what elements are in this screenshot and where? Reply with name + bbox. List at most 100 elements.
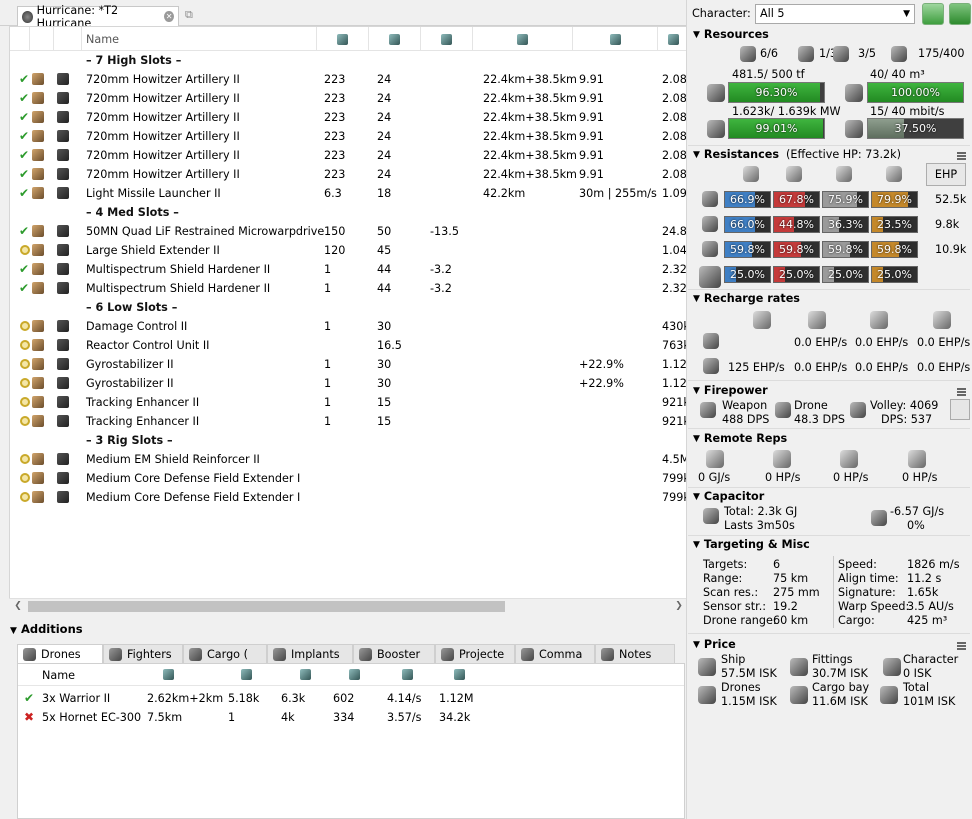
header-col-9[interactable]	[658, 27, 687, 51]
collapse-arrow-icon[interactable]: ▼	[693, 294, 700, 304]
module-row[interactable]: Large Shield Extender II 120 45 1.04M	[10, 241, 687, 260]
module-row[interactable]: Gyrostabilizer II 1 30 +22.9% 1.12M	[10, 355, 687, 374]
remote-reps-section[interactable]: ▼ Remote Reps	[693, 432, 787, 445]
active-check-icon[interactable]: ✔	[24, 692, 36, 704]
collapse-arrow-icon[interactable]: ▼	[693, 640, 700, 650]
resistances-section[interactable]: ▼ Resistances (Effective HP: 73.2k)	[693, 148, 901, 161]
header-col-6[interactable]	[421, 27, 473, 51]
offline-state-icon[interactable]	[20, 492, 30, 502]
misc-stat-value: 1826 m/s	[907, 558, 960, 571]
module-row[interactable]: Damage Control II 1 30 430k	[10, 317, 687, 336]
module-row[interactable]: Medium Core Defense Field Extender I 799k	[10, 488, 687, 507]
character-book-button[interactable]	[949, 3, 971, 25]
slot-section-row[interactable]: – 4 Med Slots –	[10, 203, 687, 222]
offline-state-icon[interactable]	[20, 321, 30, 331]
powergrid-value: 16.5	[377, 339, 402, 352]
collapse-arrow-icon[interactable]: ▼	[693, 434, 700, 444]
offline-state-icon[interactable]	[20, 473, 30, 483]
inactive-x-icon[interactable]: ✖	[24, 711, 36, 723]
new-tab-icon[interactable]: ⧉	[185, 8, 201, 21]
active-check-icon[interactable]: ✔	[19, 130, 31, 142]
active-check-icon[interactable]: ✔	[19, 282, 31, 294]
collapse-arrow-icon[interactable]: ▼	[693, 540, 700, 550]
active-check-icon[interactable]: ✔	[19, 168, 31, 180]
slot-section-row[interactable]: – 6 Low Slots –	[10, 298, 687, 317]
header-col-2[interactable]	[54, 27, 82, 51]
header-col-5[interactable]	[369, 27, 421, 51]
offline-state-icon[interactable]	[20, 454, 30, 464]
offline-state-icon[interactable]	[20, 416, 30, 426]
scrollbar-thumb[interactable]	[28, 601, 505, 612]
tab-notes[interactable]: Notes	[595, 644, 675, 663]
module-row[interactable]: ✔ 720mm Howitzer Artillery II 223 24 22.4km+…	[10, 108, 687, 127]
tab-drones[interactable]: Drones	[17, 644, 103, 664]
tab-fighters[interactable]: Fighters	[103, 644, 183, 663]
offline-state-icon[interactable]	[20, 340, 30, 350]
module-row[interactable]: ✔ 720mm Howitzer Artillery II 223 24 22.4km+…	[10, 146, 687, 165]
collapse-arrow-icon[interactable]: ▼	[693, 30, 700, 40]
active-check-icon[interactable]: ✔	[19, 225, 31, 237]
ehp-toggle-button[interactable]: EHP	[926, 163, 966, 186]
character-select[interactable]: All 5 ▼	[755, 4, 915, 24]
panel-menu-icon[interactable]	[957, 152, 966, 160]
tab-implants[interactable]: Implants	[267, 644, 353, 663]
module-row[interactable]: ✔ 720mm Howitzer Artillery II 223 24 22.4km+…	[10, 165, 687, 184]
targeting-section[interactable]: ▼ Targeting & Misc	[693, 538, 810, 551]
module-row[interactable]: ✔ Light Missile Launcher II 6.3 18 42.2km 30m…	[10, 184, 687, 203]
active-check-icon[interactable]: ✔	[19, 149, 31, 161]
module-row[interactable]: Gyrostabilizer II 1 30 +22.9% 1.12M	[10, 374, 687, 393]
header-col-0[interactable]	[10, 27, 30, 51]
collapse-arrow-icon[interactable]: ▼	[693, 386, 700, 396]
active-check-icon[interactable]: ✔	[19, 73, 31, 85]
module-row[interactable]: Tracking Enhancer II 1 15 921k	[10, 412, 687, 431]
offline-state-icon[interactable]	[20, 359, 30, 369]
header-col-8[interactable]	[573, 27, 658, 51]
character-price-icon	[883, 658, 901, 676]
module-row[interactable]: ✔ 720mm Howitzer Artillery II 223 24 22.4km+…	[10, 127, 687, 146]
panel-menu-icon[interactable]	[957, 388, 966, 396]
recharge-section[interactable]: ▼ Recharge rates	[693, 292, 800, 305]
module-row[interactable]: Medium EM Shield Reinforcer II 4.5M	[10, 450, 687, 469]
firepower-section[interactable]: ▼ Firepower	[693, 384, 768, 397]
scroll-left-icon[interactable]: ❮	[11, 599, 25, 613]
module-row[interactable]: ✔ 50MN Quad LiF Restrained Microwarpdrive…	[10, 222, 687, 241]
offline-state-icon[interactable]	[20, 397, 30, 407]
tab-cargo[interactable]: Cargo (	[183, 644, 267, 663]
refresh-character-button[interactable]	[922, 3, 944, 25]
tab-projecte[interactable]: Projecte	[435, 644, 515, 663]
resources-section[interactable]: ▼ Resources	[693, 28, 769, 41]
drone-row[interactable]: ✔ 3x Warrior II 2.62km+2km 5.18k 6.3k 602 4.14…	[18, 689, 684, 708]
offline-state-icon[interactable]	[20, 378, 30, 388]
collapse-arrow-icon[interactable]: ▼	[693, 150, 700, 160]
slot-section-row[interactable]: – 3 Rig Slots –	[10, 431, 687, 450]
active-check-icon[interactable]: ✔	[19, 111, 31, 123]
damage-pattern-button[interactable]	[950, 399, 970, 420]
active-check-icon[interactable]: ✔	[19, 92, 31, 104]
header-col-1[interactable]	[30, 27, 54, 51]
additions-header[interactable]: ▼ Additions	[10, 622, 83, 636]
header-col-4[interactable]	[317, 27, 369, 51]
header-col-7[interactable]	[473, 27, 573, 51]
collapse-arrow-icon[interactable]: ▼	[693, 492, 700, 502]
tab-comma[interactable]: Comma	[515, 644, 595, 663]
module-row[interactable]: ✔ Multispectrum Shield Hardener II 1 44 -3.2…	[10, 260, 687, 279]
module-row[interactable]: ✔ 720mm Howitzer Artillery II 223 24 22.4km+…	[10, 70, 687, 89]
price-section[interactable]: ▼ Price	[693, 638, 736, 651]
tab-fit[interactable]: Hurricane: *T2 Hurricane ✕	[17, 4, 179, 30]
panel-menu-icon[interactable]	[957, 642, 966, 650]
tab-booster[interactable]: Booster	[353, 644, 435, 663]
header-col-3[interactable]: Name	[82, 27, 317, 51]
scroll-right-icon[interactable]: ❯	[672, 599, 686, 613]
module-row[interactable]: Tracking Enhancer II 1 15 921k	[10, 393, 687, 412]
module-row[interactable]: Reactor Control Unit II 16.5 763k	[10, 336, 687, 355]
module-row[interactable]: ✔ 720mm Howitzer Artillery II 223 24 22.4km+…	[10, 89, 687, 108]
close-icon[interactable]: ✕	[164, 11, 174, 22]
capacitor-section[interactable]: ▼ Capacitor	[693, 490, 764, 503]
module-row[interactable]: Medium Core Defense Field Extender I 799k	[10, 469, 687, 488]
active-check-icon[interactable]: ✔	[19, 263, 31, 275]
active-check-icon[interactable]: ✔	[19, 187, 31, 199]
drone-row[interactable]: ✖ 5x Hornet EC-300 7.5km 1 4k 334 3.57/s 34.2k	[18, 708, 684, 727]
slot-section-row[interactable]: – 7 High Slots –	[10, 51, 687, 70]
module-row[interactable]: ✔ Multispectrum Shield Hardener II 1 44 -3.2…	[10, 279, 687, 298]
offline-state-icon[interactable]	[20, 245, 30, 255]
